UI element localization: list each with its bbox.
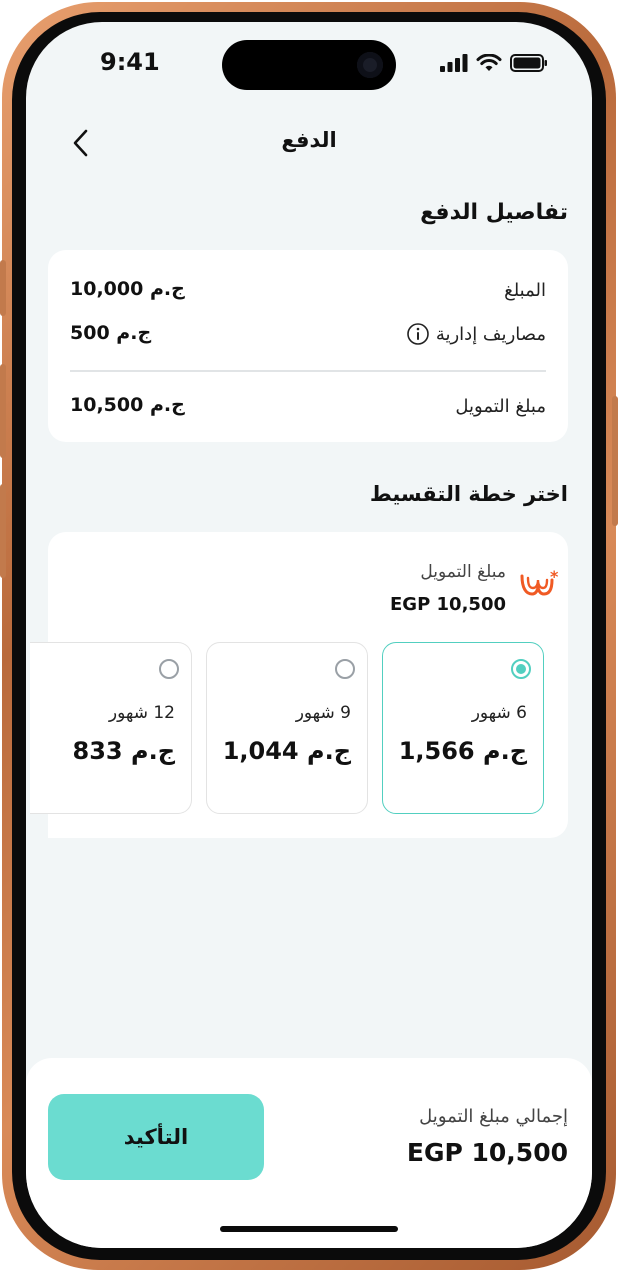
plan-months: 9 شهور <box>295 703 351 723</box>
admin-fees-value: ج.م 500 <box>70 322 151 344</box>
installment-title: اختر خطة التقسيط <box>369 482 568 506</box>
radio-button-selected[interactable] <box>511 659 531 679</box>
plan-option-6-months[interactable]: 6 شهور ج.م 1,566 <box>382 642 544 814</box>
wifi-icon <box>476 54 502 71</box>
financing-amount-value: ج.م 10,500 <box>70 394 185 416</box>
side-button-left-3 <box>0 484 6 578</box>
payment-details-title: تفاصيل الدفع <box>420 200 568 225</box>
battery-icon <box>510 54 547 72</box>
plan-amount: ج.م 833 <box>73 737 175 765</box>
value: 10,500 <box>70 394 144 416</box>
currency: ج.م <box>306 737 351 765</box>
plan-months: 12 شهور <box>108 703 175 723</box>
amount-value: ج.م 10,000 <box>70 278 185 300</box>
divider <box>70 370 546 372</box>
total-financing-amount: EGP 10,500 <box>406 1138 568 1167</box>
admin-fees-label: مصاريف إدارية <box>435 323 546 345</box>
radio-button[interactable] <box>335 659 355 679</box>
value: 500 <box>70 322 110 344</box>
side-button-right <box>612 396 618 526</box>
signal-icon <box>440 54 468 72</box>
confirm-button[interactable]: التأكيد <box>48 1094 264 1180</box>
screen: 9:41 الدفع تفاصيل الدفع المبلغ ج.م 10,00… <box>26 22 592 1248</box>
total-financing-label: إجمالي مبلغ التمويل <box>419 1106 568 1127</box>
currency: ج.م <box>149 278 185 300</box>
side-button-left-2 <box>0 364 6 458</box>
side-button-left-1 <box>0 260 6 316</box>
admin-fees-row: مصاريف إدارية <box>406 322 546 346</box>
info-icon[interactable] <box>406 322 430 346</box>
currency: ج.م <box>130 737 175 765</box>
value: 1,044 <box>222 737 299 765</box>
value: 1,566 <box>398 737 475 765</box>
currency: ج.م <box>482 737 527 765</box>
payment-details-card: المبلغ ج.م 10,000 مصاريف إدارية ج.م 500 … <box>48 250 568 442</box>
status-icons <box>440 54 548 72</box>
value: 10,000 <box>70 278 144 300</box>
currency: ج.م <box>116 322 152 344</box>
financing-amount-label: مبلغ التمويل <box>455 396 546 417</box>
value: 833 <box>72 737 123 765</box>
currency: ج.م <box>149 394 185 416</box>
plan-amount: ج.م 1,566 <box>399 737 527 765</box>
status-time: 9:41 <box>100 48 160 76</box>
plan-amount: ج.م 1,044 <box>223 737 351 765</box>
amount-label: المبلغ <box>504 280 546 301</box>
plan-option-9-months[interactable]: 9 شهور ج.م 1,044 <box>206 642 368 814</box>
provider-logo-icon: * <box>520 568 559 596</box>
home-indicator <box>220 1226 398 1232</box>
plan-financing-amount: EGP 10,500 <box>390 594 506 615</box>
page-title: الدفع <box>281 128 337 152</box>
plan-financing-label: مبلغ التمويل <box>420 562 506 582</box>
front-camera <box>357 52 383 78</box>
plan-months: 6 شهور <box>471 703 527 723</box>
plan-option-12-months[interactable]: 12 شهور ج.م 833 <box>30 642 192 814</box>
footer-panel: إجمالي مبلغ التمويل EGP 10,500 التأكيد <box>26 1058 592 1248</box>
svg-text:*: * <box>550 568 559 586</box>
radio-button[interactable] <box>159 659 179 679</box>
